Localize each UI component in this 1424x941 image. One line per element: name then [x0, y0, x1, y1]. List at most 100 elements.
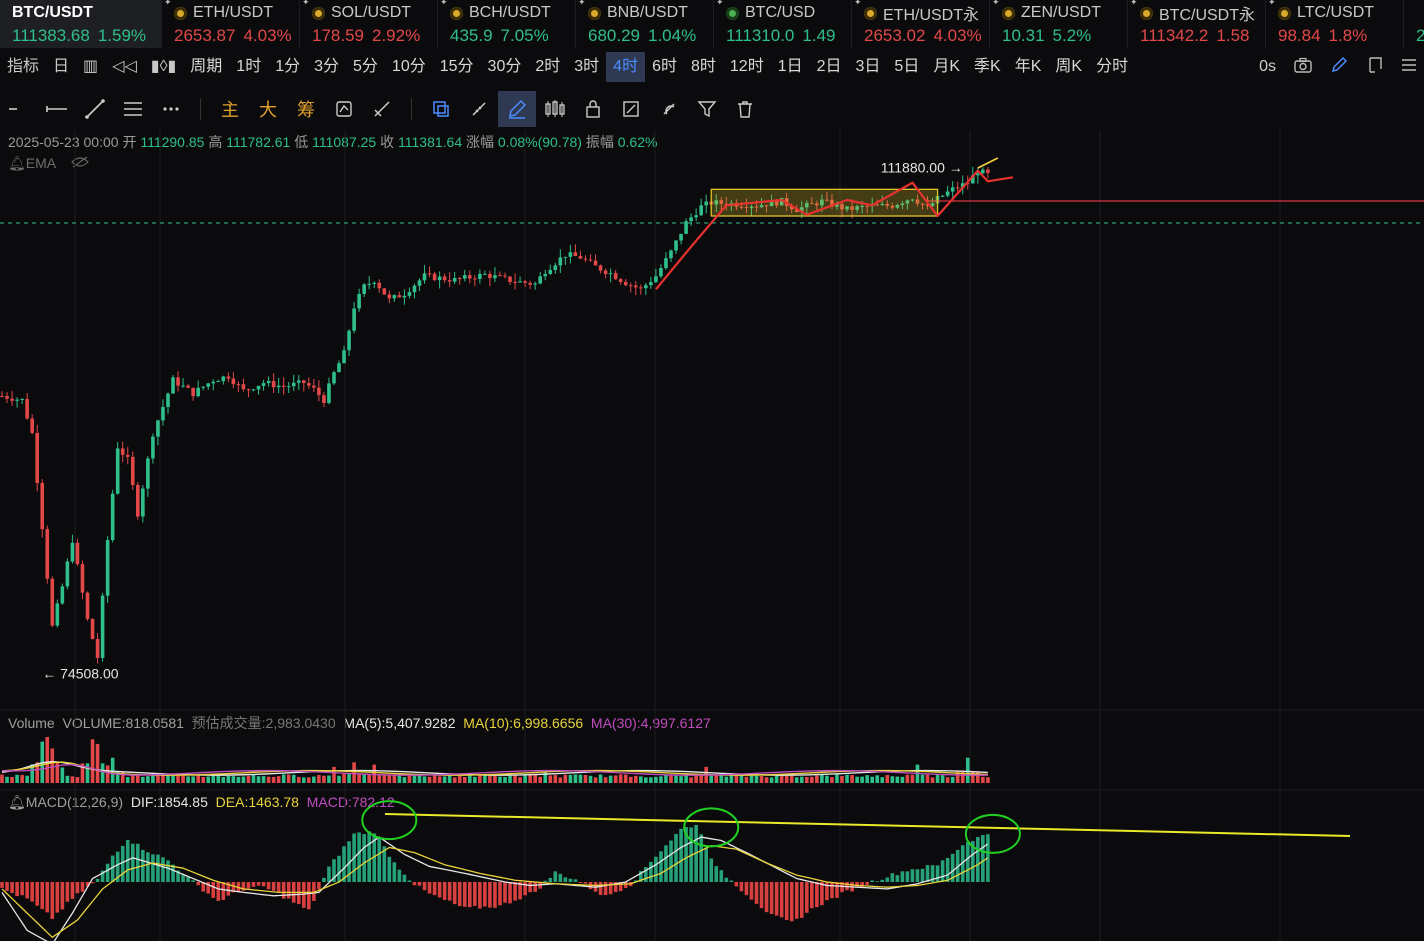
volume-bar: [925, 774, 930, 783]
volume-bar: [593, 777, 598, 783]
candle: [603, 270, 608, 275]
volume-bar: [0, 774, 4, 783]
candle: [407, 292, 412, 296]
candle: [553, 265, 558, 270]
divergence-line: [384, 813, 1351, 837]
candle: [633, 285, 638, 288]
volume-bar: [578, 774, 583, 783]
volume-bar: [467, 775, 472, 783]
volume-bar: [10, 777, 14, 783]
candle: [417, 280, 422, 286]
candle: [40, 482, 45, 530]
volume-bar: [236, 776, 241, 783]
volume-bar: [211, 775, 216, 783]
candle: [694, 215, 698, 218]
chart-canvas[interactable]: 111880.00 → ← 74508.00: [0, 0, 1424, 941]
volume-bar: [226, 775, 231, 783]
candle: [125, 454, 130, 457]
macd-histogram-bar: [105, 863, 110, 882]
volume-bar: [810, 776, 814, 783]
volume-bar: [759, 775, 764, 783]
macd-histogram-bar: [296, 882, 301, 905]
macd-histogram-bar: [940, 860, 945, 882]
candle: [654, 276, 658, 283]
volume-bar: [815, 775, 819, 783]
macd-histogram-bar: [211, 882, 216, 898]
macd-histogram-bar: [669, 840, 673, 882]
volume-bar: [261, 776, 266, 783]
macd-histogram-bar: [729, 880, 734, 882]
macd-histogram-bar: [835, 882, 839, 898]
candle: [518, 281, 522, 283]
macd-histogram-bar: [976, 836, 980, 882]
macd-histogram-bar: [407, 880, 412, 882]
volume-bar: [216, 775, 221, 783]
macd-histogram-bar: [981, 834, 985, 882]
trend-path: [655, 169, 1014, 291]
macd-histogram-bar: [0, 882, 4, 888]
candle: [45, 529, 50, 579]
candle: [578, 255, 583, 259]
volume-bar: [20, 774, 24, 783]
macd-histogram-bar: [166, 860, 170, 882]
volume-bar: [976, 771, 980, 783]
macd-histogram-bar: [20, 882, 24, 896]
macd-histogram-bar: [764, 882, 769, 913]
candle: [307, 383, 311, 386]
candle: [141, 488, 145, 517]
candle: [447, 280, 452, 282]
volume-bar: [437, 776, 442, 783]
volume-bar: [950, 776, 955, 783]
macd-histogram-bar: [654, 856, 658, 882]
macd-histogram-bar: [161, 857, 165, 882]
volume-bar: [50, 748, 55, 783]
volume-bar: [623, 774, 628, 783]
candle: [312, 385, 316, 388]
macd-histogram-bar: [437, 882, 442, 898]
macd-histogram-bar: [156, 854, 160, 882]
macd-histogram-bar: [30, 882, 34, 902]
volume-bar: [805, 776, 809, 783]
macd-histogram-bar: [35, 882, 40, 906]
macd-histogram-bar: [920, 868, 925, 882]
macd-histogram-bar: [805, 882, 809, 913]
volume-bar: [181, 775, 185, 783]
candle: [156, 420, 160, 437]
candle: [498, 275, 502, 277]
candle: [568, 252, 573, 257]
volume-bar: [462, 777, 467, 783]
macd-histogram-bar: [915, 869, 920, 882]
macd-histogram-bar: [493, 882, 497, 908]
macd-histogram-bar: [548, 877, 553, 882]
macd-histogram-bar: [25, 882, 29, 899]
candle: [613, 273, 618, 280]
volume-bar: [910, 774, 915, 783]
volume-bar: [583, 775, 588, 783]
macd-histogram-bar: [739, 882, 744, 892]
candle: [387, 294, 392, 299]
volume-bar: [332, 766, 336, 783]
candle: [231, 378, 236, 385]
candle: [35, 432, 40, 483]
volume-bar: [799, 776, 804, 783]
volume-bar: [196, 775, 200, 783]
macd-histogram-bar: [478, 882, 482, 909]
candle: [593, 260, 598, 266]
macd-histogram-bar: [935, 865, 940, 882]
macd-histogram-bar: [462, 882, 467, 907]
candle: [196, 387, 200, 397]
volume-bar: [266, 776, 271, 783]
volume-bar: [473, 776, 477, 783]
volume-bar: [628, 776, 633, 783]
volume-bar: [724, 776, 729, 783]
volume-bar: [498, 776, 502, 783]
macd-histogram-bar: [709, 858, 714, 882]
candle: [664, 258, 668, 269]
volume-bar: [774, 774, 779, 783]
candle: [392, 295, 397, 299]
volume-bar: [442, 776, 447, 783]
volume-bar: [256, 776, 261, 783]
candle: [5, 396, 9, 399]
volume-bar: [25, 775, 29, 783]
volume-bar: [880, 777, 885, 783]
